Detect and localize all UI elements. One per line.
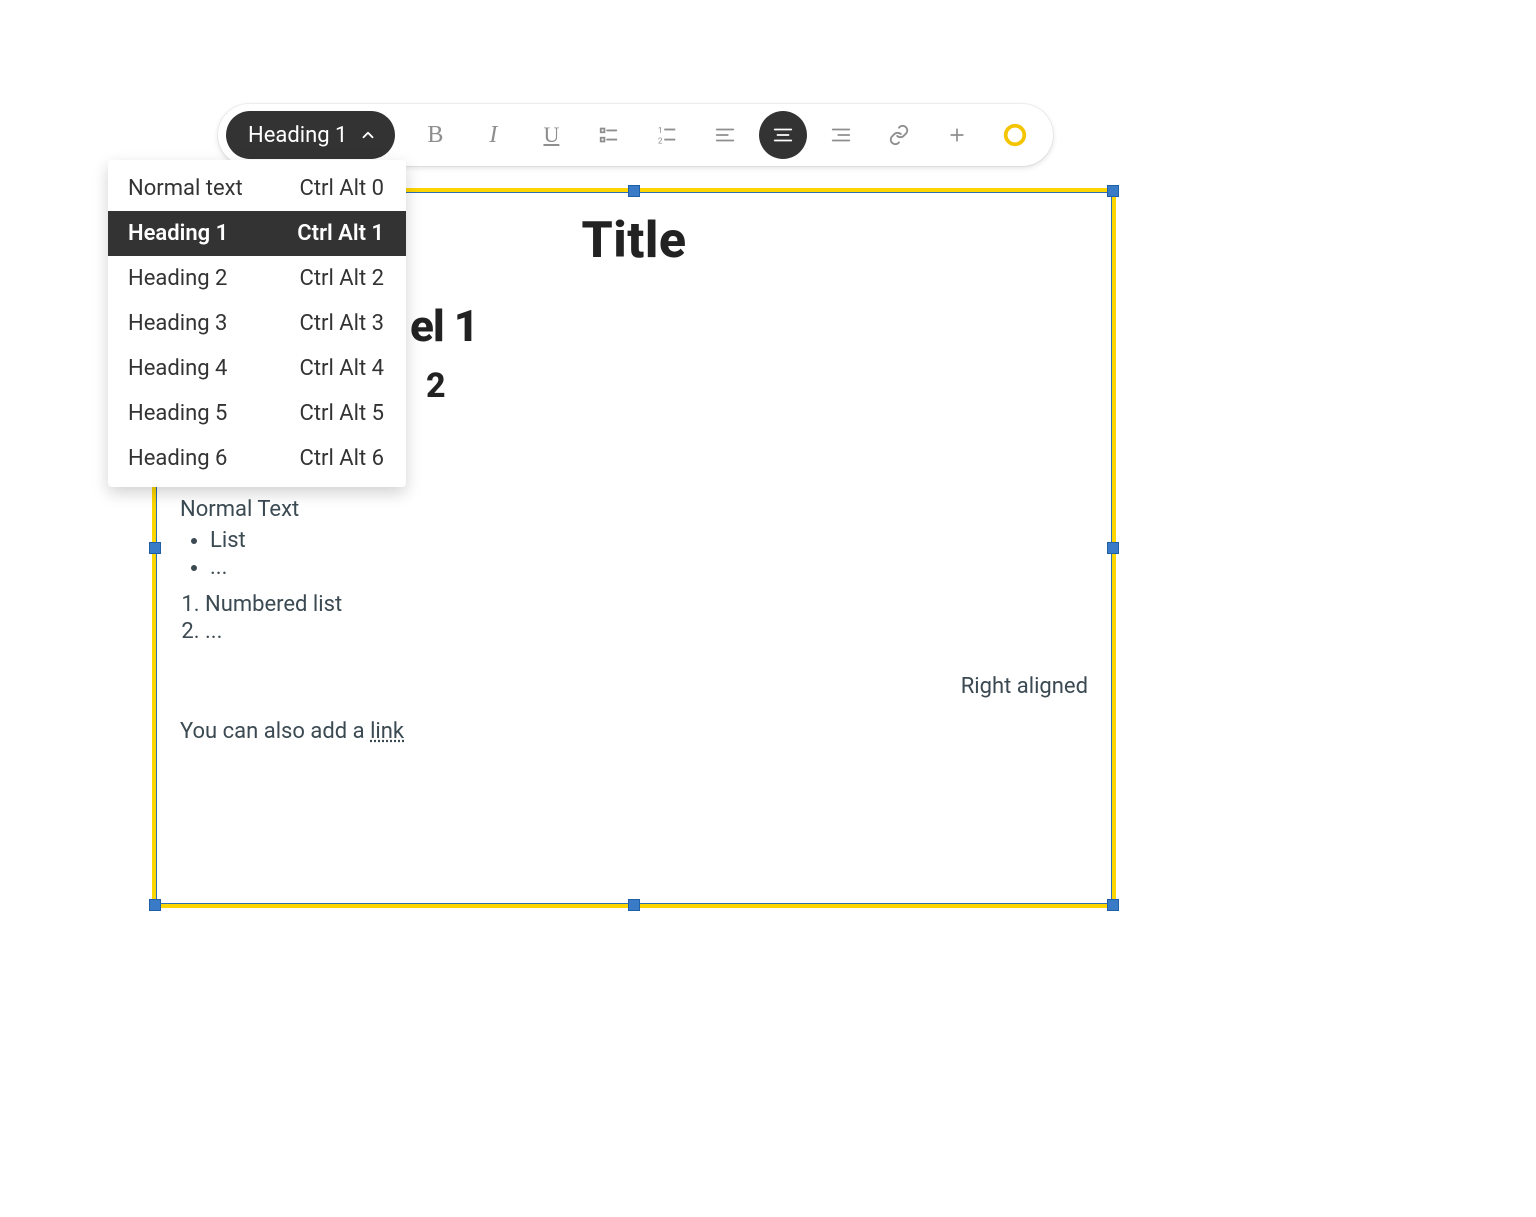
style-option-heading1[interactable]: Heading 1 Ctrl Alt 1 <box>108 211 406 256</box>
link-line-prefix: You can also add a <box>180 719 370 744</box>
style-option-heading3[interactable]: Heading 3 Ctrl Alt 3 <box>108 301 406 346</box>
underline-button[interactable]: U <box>527 111 575 159</box>
style-option-heading2[interactable]: Heading 2 Ctrl Alt 2 <box>108 256 406 301</box>
style-option-shortcut: Ctrl Alt 3 <box>300 311 385 336</box>
list-item: Numbered list <box>205 592 1088 617</box>
numbered-list-button[interactable]: 1 2 <box>643 111 691 159</box>
list-item: List <box>210 528 1088 553</box>
chevron-up-icon <box>359 126 377 144</box>
bulleted-list: List ... <box>210 528 1088 580</box>
style-option-shortcut: Ctrl Alt 1 <box>297 221 384 246</box>
style-option-heading4[interactable]: Heading 4 Ctrl Alt 4 <box>108 346 406 391</box>
bold-button[interactable]: B <box>411 111 459 159</box>
style-option-shortcut: Ctrl Alt 6 <box>300 446 385 471</box>
link-line: You can also add a link <box>180 719 1088 744</box>
style-option-label: Heading 5 <box>128 401 227 426</box>
style-option-heading5[interactable]: Heading 5 Ctrl Alt 5 <box>108 391 406 436</box>
inline-link[interactable]: link <box>370 719 404 744</box>
italic-button[interactable]: I <box>469 111 517 159</box>
right-aligned-text: Right aligned <box>180 674 1088 699</box>
align-right-button[interactable] <box>817 111 865 159</box>
formatting-toolbar: Heading 1 B I U 1 2 <box>218 104 1053 166</box>
style-option-normal[interactable]: Normal text Ctrl Alt 0 <box>108 166 406 211</box>
align-left-button[interactable] <box>701 111 749 159</box>
numbered-list: Numbered list ... <box>205 592 1088 644</box>
style-option-shortcut: Ctrl Alt 2 <box>300 266 385 291</box>
add-button[interactable] <box>933 111 981 159</box>
style-option-label: Heading 3 <box>128 311 227 336</box>
style-option-label: Heading 4 <box>128 356 227 381</box>
align-center-button[interactable] <box>759 111 807 159</box>
style-option-label: Heading 1 <box>128 221 228 246</box>
style-option-heading6[interactable]: Heading 6 Ctrl Alt 6 <box>108 436 406 481</box>
list-item: ... <box>205 619 1088 644</box>
text-style-dropdown: Normal text Ctrl Alt 0 Heading 1 Ctrl Al… <box>108 160 406 487</box>
normal-text-line: Normal Text <box>180 497 1088 522</box>
list-item: ... <box>210 555 1088 580</box>
link-button[interactable] <box>875 111 923 159</box>
style-option-label: Heading 6 <box>128 446 227 471</box>
style-option-shortcut: Ctrl Alt 0 <box>300 176 385 201</box>
style-option-label: Normal text <box>128 176 243 201</box>
bulleted-list-button[interactable] <box>585 111 633 159</box>
svg-text:2: 2 <box>658 136 663 146</box>
svg-text:1: 1 <box>658 126 663 136</box>
style-option-label: Heading 2 <box>128 266 227 291</box>
text-style-label: Heading 1 <box>248 123 347 148</box>
text-style-dropdown-button[interactable]: Heading 1 <box>226 111 395 159</box>
circle-marker-icon[interactable] <box>991 111 1039 159</box>
style-option-shortcut: Ctrl Alt 4 <box>300 356 385 381</box>
style-option-shortcut: Ctrl Alt 5 <box>300 401 385 426</box>
